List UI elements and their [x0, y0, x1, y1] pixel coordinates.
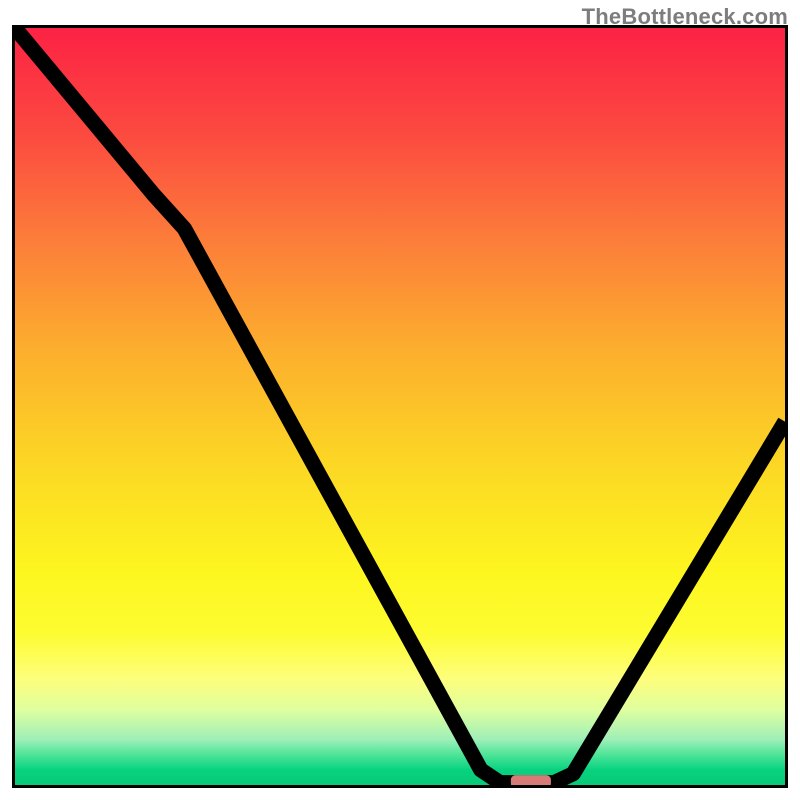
chart-plot [15, 28, 785, 785]
chart-marker [511, 775, 551, 785]
chart-frame [12, 25, 788, 788]
watermark-text: TheBottleneck.com [582, 4, 788, 30]
chart-curve [15, 28, 785, 783]
